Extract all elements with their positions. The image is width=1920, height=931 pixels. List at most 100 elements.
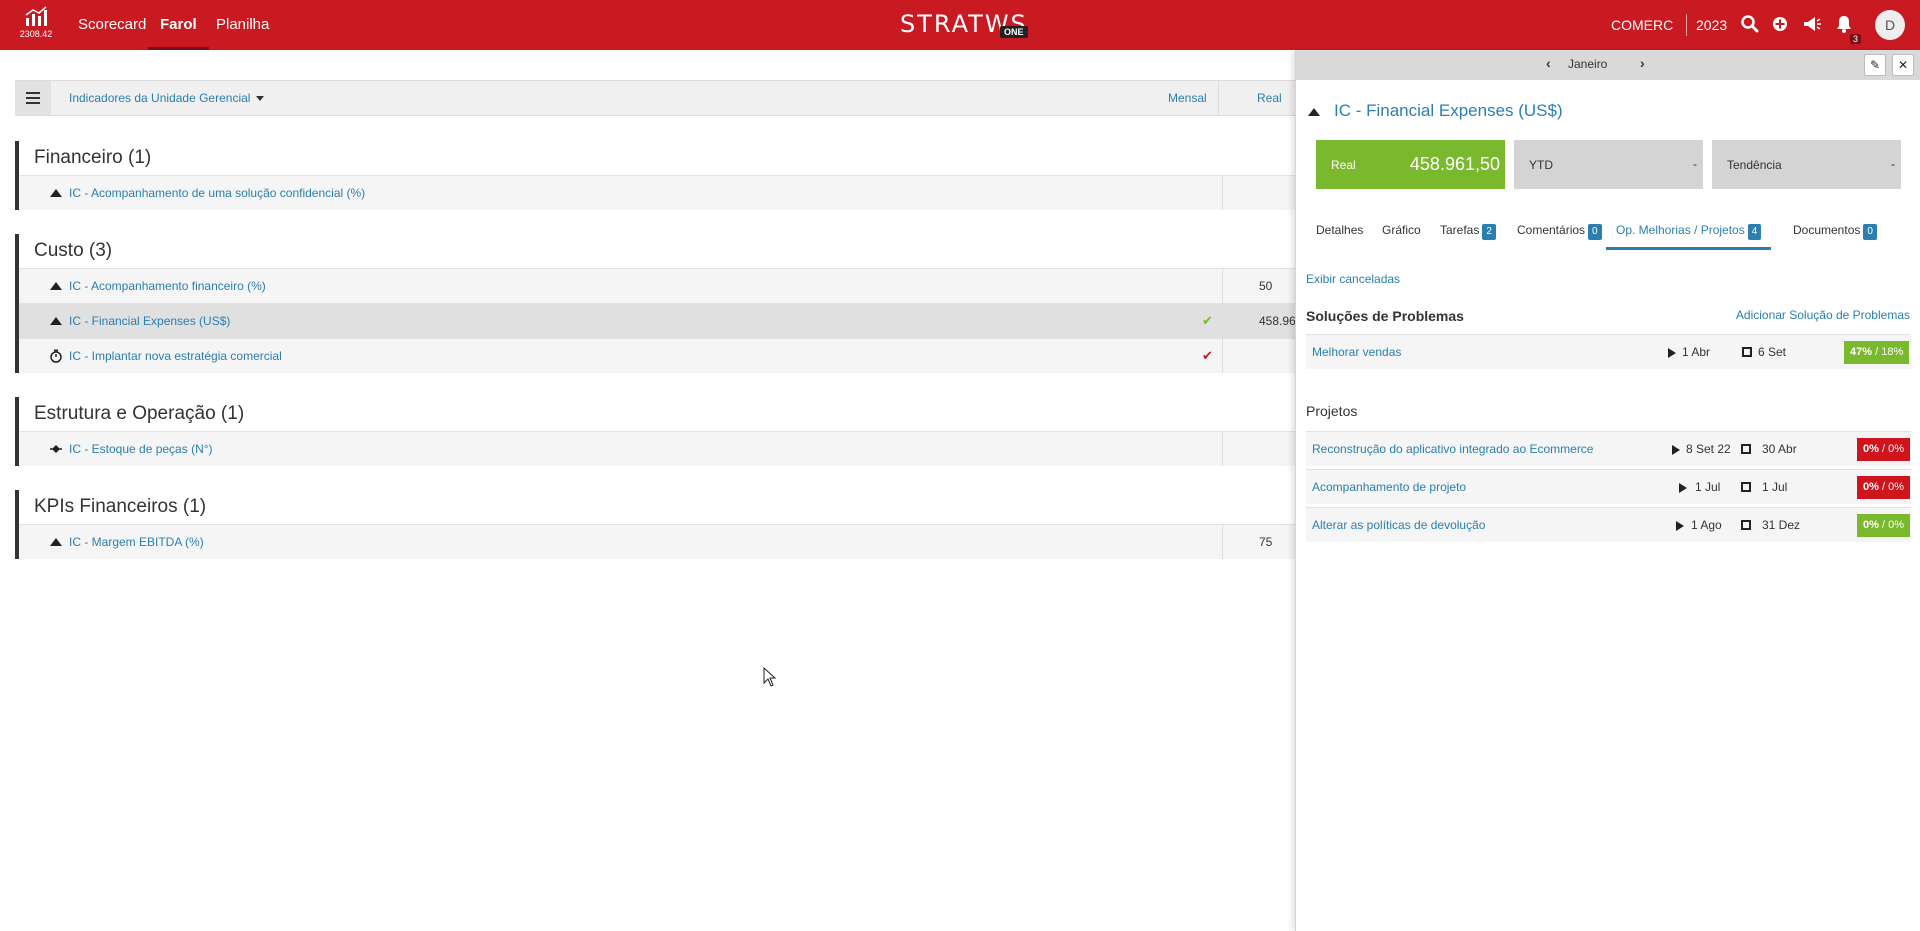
indicator-row[interactable]: IC - Financial Expenses (US$) ✔ 458.96 [19,303,1296,338]
divider [1222,176,1223,210]
item-name-link[interactable]: Acompanhamento de projeto [1312,480,1466,494]
period-column-header[interactable]: Mensal [1168,91,1207,105]
indicator-row[interactable]: IC - Implantar nova estratégia comercial… [19,338,1295,373]
caret-down-icon [256,96,265,102]
tab-count-badge: 2 [1482,224,1496,240]
tab-0[interactable]: Detalhes [1316,220,1363,250]
indicator-row[interactable]: IC - Acompanhamento financeiro (%) 50 [19,268,1295,303]
indicator-value: 50 [1259,279,1273,293]
notification-count-badge: 3 [1850,34,1862,44]
home-button[interactable]: 2308.42 [16,6,56,46]
year-selector[interactable]: 2023 [1696,0,1727,50]
panel-tabs: Detalhes Gráfico Tarefas 2 Comentários 0 Op. M… [1296,220,1920,250]
indicator-title[interactable]: IC - Financial Expenses (US$) [1334,101,1563,121]
square-icon [1742,347,1752,357]
indicator-row[interactable]: IC - Margem EBITDA (%) 75 [19,524,1295,559]
nav-planilha[interactable]: Planilha [216,0,269,50]
organization-selector[interactable]: COMERC [1611,0,1673,50]
progress-planned: / 0% [1881,443,1904,455]
divider [1222,525,1223,559]
logo-badge: ONE [1000,26,1028,38]
indicator-name[interactable]: IC - Acompanhamento de uma solução confi… [69,186,365,200]
avatar[interactable]: D [1875,10,1905,40]
item-name-link[interactable]: Melhorar vendas [1312,345,1401,359]
tab-4[interactable]: Op. Melhorias / Projetos 4 [1606,220,1772,250]
divider [1686,14,1687,36]
play-icon [1668,348,1676,358]
app-version: 2308.42 [19,29,53,39]
solutions-section-title: Soluções de Problemas [1306,308,1464,324]
indicator-group: Estrutura e Operação (1) IC - Estoque de … [15,397,1295,466]
bar-chart-icon [25,6,47,26]
kpi-ytd-value: - [1693,157,1697,171]
show-cancelled-link[interactable]: Exibir canceladas [1306,272,1400,286]
add-circle-icon[interactable] [1770,14,1790,34]
project-row[interactable]: Alterar as políticas de devolução 1 Ago 31… [1306,507,1911,542]
divider [1222,339,1223,373]
item-name-link[interactable]: Reconstrução do aplicativo integrado ao … [1312,442,1593,456]
tab-5[interactable]: Documentos 0 [1793,220,1877,250]
close-icon[interactable]: ✕ [1892,54,1914,76]
end-date: 31 Dez [1762,518,1801,532]
tab-3[interactable]: Comentários 0 [1517,220,1602,250]
tab-label: Tarefas [1440,223,1480,237]
tab-label: Documentos [1793,223,1861,237]
progress-planned: / 0% [1881,481,1904,493]
indicator-group: Custo (3) IC - Acompanhamento financeiro … [15,234,1296,373]
tab-2[interactable]: Tarefas 2 [1440,220,1496,250]
kpi-trend-card: Tendência - [1712,140,1901,189]
end-date: 30 Abr [1762,442,1797,456]
end-date: 1 Jul [1762,480,1788,494]
indicator-row[interactable]: IC - Estoque de peças (N°) [19,431,1295,466]
kpi-real-value: 458.961,50 [1409,154,1500,174]
kpi-real-label: Real [1331,158,1356,172]
list-toolbar: Indicadores da Unidade Gerencial Mensal … [15,80,1295,116]
kpi-ytd-label: YTD [1529,158,1553,172]
triangle-up-icon [50,282,62,290]
indicator-filter-dropdown[interactable]: Indicadores da Unidade Gerencial [69,91,265,105]
diamond-icon [50,445,62,453]
progress-badge: 0% / 0% [1857,514,1910,537]
tab-label: Op. Melhorias / Projetos [1616,223,1745,237]
indicator-name[interactable]: IC - Financial Expenses (US$) [69,314,230,328]
item-name-link[interactable]: Alterar as políticas de devolução [1312,518,1485,532]
group-title: Financeiro (1) [34,147,152,168]
kpi-trend-value: - [1891,157,1895,171]
tab-1[interactable]: Gráfico [1382,220,1421,250]
group-title: Estrutura e Operação (1) [34,403,245,424]
end-date: 6 Set [1758,345,1787,359]
play-icon [1672,445,1680,455]
mouse-cursor-icon [763,667,777,687]
real-column-header: Real [1257,91,1282,105]
add-solution-link[interactable]: Adicionar Solução de Problemas [1736,308,1910,322]
indicator-value: 75 [1259,535,1273,549]
chevron-left-icon[interactable]: ‹ [1546,55,1551,71]
progress-badge: 47% / 18% [1844,341,1910,364]
divider [1222,304,1223,338]
solution-row[interactable]: Melhorar vendas 1 Abr 6 Set 47% / 18% [1306,334,1911,369]
divider [1222,432,1223,466]
search-icon[interactable] [1740,14,1760,34]
indicator-name[interactable]: IC - Estoque de peças (N°) [69,442,213,456]
progress-badge: 0% / 0% [1857,438,1910,461]
indicator-group: KPIs Financeiros (1) IC - Margem EBITDA (… [15,490,1295,559]
hamburger-menu-icon[interactable] [15,81,51,115]
indicator-name[interactable]: IC - Implantar nova estratégia comercial [69,349,282,363]
tab-count-badge: 0 [1863,224,1877,240]
nav-scorecard[interactable]: Scorecard [78,0,146,50]
indicator-name[interactable]: IC - Margem EBITDA (%) [69,535,204,549]
progress-badge: 0% / 0% [1857,476,1910,499]
megaphone-icon[interactable] [1802,14,1822,34]
indicator-row[interactable]: IC - Acompanhamento de uma solução confi… [19,175,1295,210]
indicator-detail-panel: ‹ Janeiro › ✎ ✕ IC - Financial Expenses … [1295,50,1920,931]
project-row[interactable]: Reconstrução do aplicativo integrado ao … [1306,431,1911,466]
progress-actual: 0% [1863,481,1879,493]
indicator-name[interactable]: IC - Acompanhamento financeiro (%) [69,279,266,293]
edit-pencil-icon[interactable]: ✎ [1864,54,1886,76]
project-row[interactable]: Acompanhamento de projeto 1 Jul 1 Jul 0% / … [1306,469,1911,504]
nav-farol[interactable]: Farol [148,0,209,50]
tab-count-badge: 0 [1588,224,1602,240]
bell-icon[interactable] [1834,14,1854,34]
chevron-right-icon[interactable]: › [1640,55,1645,71]
progress-planned: / 0% [1881,519,1904,531]
